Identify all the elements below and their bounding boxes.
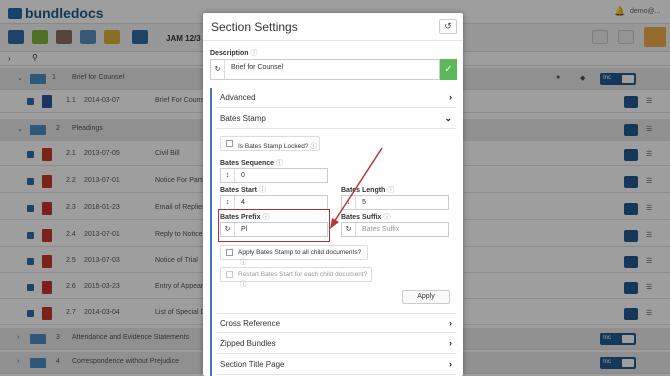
annotation-arrow (330, 147, 383, 229)
